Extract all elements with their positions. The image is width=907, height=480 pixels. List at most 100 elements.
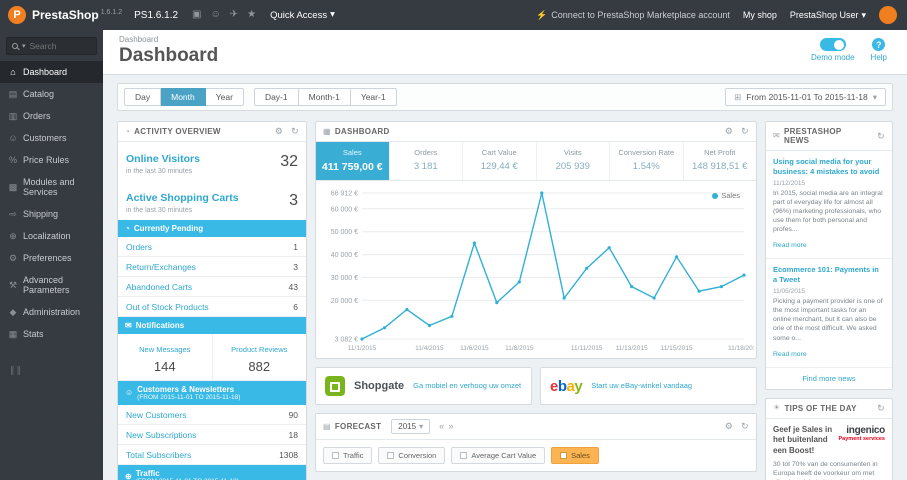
shop-version-link[interactable]: PS1.6.1.2 [134, 10, 178, 21]
filter-day-1-button[interactable]: Day-1 [253, 88, 299, 106]
forecast-icon [323, 423, 331, 431]
sidebar-item-modules[interactable]: Modules and Services [0, 171, 103, 203]
kpi-orders[interactable]: Orders 3 181 [388, 142, 463, 180]
section-title: Notifications [135, 321, 185, 330]
refresh-icon[interactable] [741, 127, 749, 136]
catalog-icon [8, 90, 18, 99]
sidebar-item-localization[interactable]: Localization [0, 225, 103, 247]
sidebar-item-catalog[interactable]: Catalog [0, 83, 103, 105]
gear-icon[interactable] [275, 127, 283, 136]
date-range-selector[interactable]: From 2015-11-01 To 2015-11-18 [725, 88, 886, 106]
article-title-link[interactable]: Using social media for your business: 4 … [773, 157, 885, 177]
search-scope-chevron-icon[interactable] [22, 43, 26, 50]
legend-dot-icon [712, 192, 719, 199]
sidebar-search[interactable] [6, 37, 97, 55]
sidebar-item-price-rules[interactable]: Price Rules [0, 149, 103, 171]
filter-year-1-button[interactable]: Year-1 [350, 88, 397, 106]
sidebar-item-label: Stats [23, 329, 44, 339]
brand[interactable]: PrestaShop 1.6.1.2 [32, 8, 122, 22]
product-reviews-link[interactable]: Product Reviews [231, 345, 287, 354]
abandoned-carts-link[interactable]: Abandoned Carts [126, 282, 192, 292]
prestashop-logo-icon[interactable]: P [8, 6, 26, 24]
refresh-icon[interactable] [741, 422, 749, 431]
sidebar-item-customers[interactable]: Customers [0, 127, 103, 149]
search-input[interactable] [29, 41, 91, 51]
article-title-link[interactable]: Ecommerce 101: Payments in a Tweet [773, 265, 885, 285]
new-messages-cell[interactable]: New Messages 144 [118, 334, 212, 380]
find-more-news-link[interactable]: Find more news [766, 368, 892, 389]
filter-year-button[interactable]: Year [205, 88, 244, 106]
forecast-toggle-traffic[interactable]: Traffic [323, 447, 373, 464]
customer-icon[interactable] [210, 10, 220, 20]
sidebar-collapse-toggle[interactable] [0, 359, 103, 381]
forecast-toggle-conversion[interactable]: Conversion [378, 447, 446, 464]
svg-text:11/1/2015: 11/1/2015 [348, 345, 377, 352]
product-reviews-cell[interactable]: Product Reviews 882 [211, 334, 307, 380]
user-menu[interactable]: PrestaShop User [790, 10, 866, 20]
avatar[interactable] [879, 6, 897, 24]
help-button[interactable]: Help [871, 38, 887, 62]
refresh-icon[interactable] [877, 132, 885, 141]
sidebar-item-administration[interactable]: Administration [0, 301, 103, 323]
sidebar-item-preferences[interactable]: Preferences [0, 247, 103, 269]
kpi-net-profit[interactable]: Net Profit 148 918,51 € [682, 142, 757, 180]
sales-chart-svg: 66 912 € 60 000 € 50 000 € 40 000 € 30 000 €… [331, 191, 756, 353]
forecast-toggle-sales[interactable]: Sales [551, 447, 599, 464]
new-messages-link[interactable]: New Messages [139, 345, 190, 354]
quick-access-dropdown[interactable]: Quick Access [270, 10, 335, 21]
metric-value: 90 [288, 409, 298, 420]
next-icon[interactable] [448, 422, 453, 431]
orders-link[interactable]: Orders [126, 242, 152, 252]
read-more-link[interactable]: Read more [773, 351, 807, 358]
filter-day-button[interactable]: Day [124, 88, 162, 106]
calendar-icon [734, 93, 741, 102]
cart-icon[interactable] [192, 10, 201, 20]
refresh-icon[interactable] [877, 404, 885, 413]
marketplace-link[interactable]: Connect to PrestaShop Marketplace accoun… [536, 10, 730, 20]
article-excerpt: In 2015, social media are an integral pa… [773, 189, 883, 234]
toggle-on-icon[interactable] [819, 38, 846, 51]
sidebar-item-advanced-parameters[interactable]: Advanced Parameters [0, 269, 103, 301]
forecast-toggle-average-cart-value[interactable]: Average Cart Value [451, 447, 546, 464]
shopgate-cta-link[interactable]: Ga mobiel en verhoog uw omzet [413, 381, 521, 390]
sidebar-item-shipping[interactable]: Shipping [0, 203, 103, 225]
refresh-icon[interactable] [291, 127, 299, 136]
trophy-icon[interactable] [247, 10, 256, 20]
ebay-cta-link[interactable]: Start uw eBay-winkel vandaag [591, 381, 692, 390]
out-of-stock-link[interactable]: Out of Stock Products [126, 302, 209, 312]
svg-text:60 000 €: 60 000 € [331, 206, 358, 213]
online-visitors-link[interactable]: Online Visitors [126, 153, 200, 165]
read-more-link[interactable]: Read more [773, 242, 807, 249]
demo-mode-toggle[interactable]: Demo mode [811, 38, 855, 62]
my-shop-link[interactable]: My shop [743, 10, 777, 20]
gear-icon[interactable] [725, 422, 733, 431]
new-subscriptions-link[interactable]: New Subscriptions [126, 430, 196, 440]
sidebar-item-stats[interactable]: Stats [0, 323, 103, 345]
shopgate-logo-icon [325, 376, 345, 396]
forecast-pager [439, 422, 454, 431]
ebay-logo: ebay [550, 377, 583, 395]
date-range-label: From 2015-11-01 To 2015-11-18 [746, 92, 868, 102]
total-subscribers-link[interactable]: Total Subscribers [126, 450, 191, 460]
kpi-cart-value[interactable]: Cart Value 129,44 € [462, 142, 536, 180]
active-carts-link[interactable]: Active Shopping Carts [126, 192, 239, 204]
new-customers-link[interactable]: New Customers [126, 410, 186, 420]
sidebar-item-orders[interactable]: Orders [0, 105, 103, 127]
stat-subtitle: in the last 30 minutes [126, 168, 193, 175]
message-icon[interactable] [230, 10, 238, 20]
gear-icon[interactable] [725, 127, 733, 136]
filter-month-button[interactable]: Month [161, 88, 206, 106]
sidebar-item-dashboard[interactable]: Dashboard [0, 61, 103, 83]
filter-month-1-button[interactable]: Month-1 [298, 88, 351, 106]
kpi-sales[interactable]: Sales 411 759,00 € [316, 142, 389, 180]
kpi-visits[interactable]: Visits 205 939 [535, 142, 610, 180]
previous-icon[interactable] [439, 422, 444, 431]
online-visitors-value: 32 [280, 153, 298, 170]
kpi-conversion-rate[interactable]: Conversion Rate 1.54% [609, 142, 683, 180]
section-subtitle: (FROM 2015-11-01 TO 2015-11-18) [137, 394, 241, 401]
chart-legend: Sales [712, 191, 740, 200]
returns-link[interactable]: Return/Exchanges [126, 262, 196, 272]
breadcrumb: Dashboard [119, 35, 159, 44]
tips-body: 30 tot 70% van de consumenten in Europa … [773, 460, 878, 480]
forecast-year-select[interactable]: 2015 [391, 419, 431, 434]
